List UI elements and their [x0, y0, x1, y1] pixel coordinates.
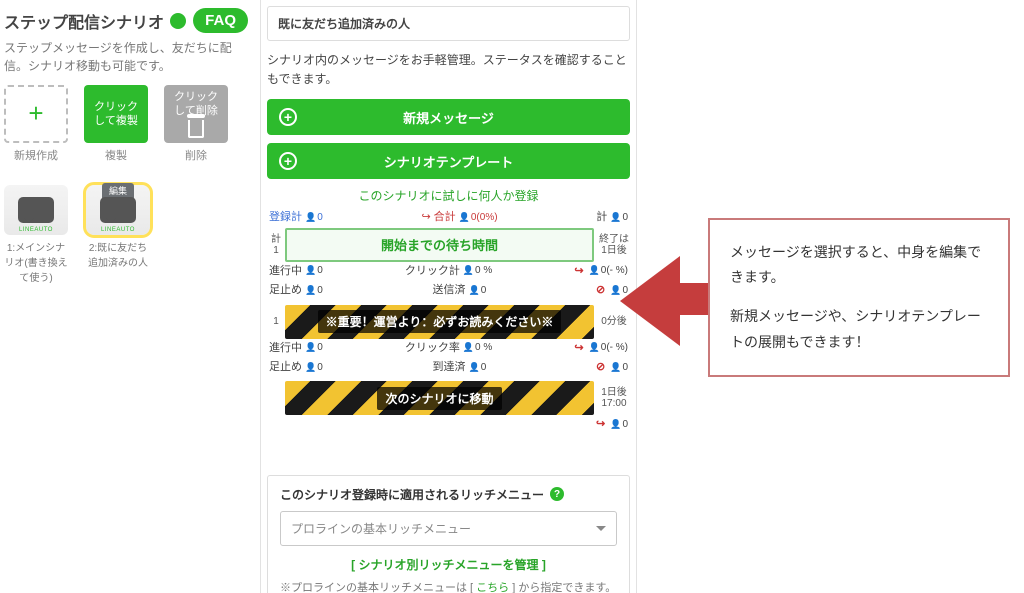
stat-clickrate: クリック計0 %	[405, 264, 492, 279]
scenario-thumb-2-label: 2:既に友だち追加済みの人	[86, 239, 150, 269]
scenario-thumb-1[interactable]: LINEAUTO 1:メインシナリオ(書き換えて使う)	[4, 185, 68, 284]
chat-icon	[100, 197, 136, 223]
rich-menu-manage-link[interactable]: [ シナリオ別リッチメニューを管理 ]	[280, 556, 617, 573]
chevron-down-icon	[596, 526, 606, 536]
scenario-thumb-2[interactable]: 編集中LINEAUTO 2:既に友だち追加済みの人	[86, 185, 150, 284]
stat-registered[interactable]: 登録計0	[269, 210, 323, 225]
message-block-3: 次のシナリオに移動 1日後 17:00 0	[267, 381, 630, 434]
sidebar-description: ステップメッセージを作成し、友だちに配信。シナリオ移動も可能です。	[4, 39, 248, 75]
delete-button[interactable]: クリック して削除 削除	[164, 85, 228, 163]
bar-lead-1: 計1	[267, 234, 285, 256]
bar-lead-2: 1	[267, 316, 285, 327]
sidebar-title: ステップ配信シナリオ	[4, 9, 164, 33]
plus-circle-icon: +	[279, 108, 297, 126]
scenario-title-card: 既に友だち追加済みの人	[267, 6, 630, 41]
new-label: 新規作成	[4, 147, 68, 163]
callout-box: メッセージを選択すると、中身を編集できます。 新規メッセージや、シナリオテンプレ…	[708, 218, 1010, 377]
stat-total: ↪ 合計0(0%)	[421, 210, 497, 225]
callout: メッセージを選択すると、中身を編集できます。 新規メッセージや、シナリオテンプレ…	[650, 218, 1010, 377]
delete-label: 削除	[164, 147, 228, 163]
scenario-template-button[interactable]: + シナリオテンプレート	[267, 143, 630, 179]
message-bar-important[interactable]: ※重要！運営より：必ずお読みください※	[285, 305, 594, 339]
delete-box: クリック して削除	[164, 85, 228, 143]
stat-progress: 進行中0	[269, 264, 323, 279]
callout-line-1: メッセージを選択すると、中身を編集できます。	[730, 240, 988, 290]
register-test-link[interactable]: このシナリオに試しに何人か登録	[267, 187, 630, 204]
plus-circle-icon: +	[279, 152, 297, 170]
rich-menu-note: ※プロラインの基本リッチメニューは [ こちら ] から指定できます。	[280, 579, 617, 593]
plus-icon: +	[4, 85, 68, 143]
stat-exit: 0	[596, 417, 628, 432]
scenario-title: 既に友だち追加済みの人	[268, 7, 629, 40]
rich-menu-select[interactable]: プロラインの基本リッチメニュー	[280, 511, 617, 546]
message-block-1: 登録計0 ↪ 合計0(0%) 計0 計1 開始までの待ち時間 終了は 1日後 進…	[267, 208, 630, 300]
duplicate-button[interactable]: クリック して複製 複製	[84, 85, 148, 163]
rich-menu-card: このシナリオ登録時に適用されるリッチメニュー ? プロラインの基本リッチメニュー…	[267, 475, 630, 593]
trash-icon	[188, 120, 204, 138]
scenario-thumb-1-label: 1:メインシナリオ(書き換えて使う)	[4, 239, 68, 284]
message-bar-next[interactable]: 次のシナリオに移動	[285, 381, 594, 415]
duplicate-box: クリック して複製	[84, 85, 148, 143]
chat-icon	[18, 197, 54, 223]
stat-reached: 到達済0	[433, 360, 487, 375]
new-message-button[interactable]: + 新規メッセージ	[267, 99, 630, 135]
stat-count: 計0	[596, 210, 628, 225]
message-block-2: 1 ※重要！運営より：必ずお読みください※ 0分後 進行中0 クリック率0 % …	[267, 305, 630, 378]
callout-line-2: 新規メッセージや、シナリオテンプレートの展開もできます！	[730, 304, 988, 354]
bar-trail-3: 1日後 17:00	[594, 387, 630, 409]
main-description: シナリオ内のメッセージをお手軽管理。ステータスを確認することもできます。	[267, 51, 630, 89]
message-bar-wait[interactable]: 開始までの待ち時間	[285, 228, 594, 262]
sidebar: ステップ配信シナリオ FAQ ステップメッセージを作成し、友だちに配信。シナリオ…	[0, 0, 258, 294]
faq-button[interactable]: FAQ	[193, 8, 248, 33]
help-icon[interactable]: ?	[550, 487, 564, 501]
stat-stopped: 足止め0	[269, 283, 323, 298]
rich-menu-heading: このシナリオ登録時に適用されるリッチメニュー	[280, 486, 544, 503]
duplicate-label: 複製	[84, 147, 148, 163]
stat-clickrate: クリック率0 %	[405, 341, 492, 356]
arrow-left-icon	[620, 256, 680, 346]
stat-stopped: 足止め0	[269, 360, 323, 375]
main-panel: 既に友だち追加済みの人 シナリオ内のメッセージをお手軽管理。ステータスを確認する…	[260, 0, 637, 593]
stat-progress: 進行中0	[269, 341, 323, 356]
new-scenario-button[interactable]: + 新規作成	[4, 85, 68, 163]
stat-sent: 送信済0	[433, 283, 487, 298]
stat-blocked: 0	[596, 360, 628, 375]
info-icon[interactable]	[170, 13, 186, 29]
bar-trail-1: 終了は 1日後	[594, 234, 630, 256]
rich-note-link[interactable]: こちら	[476, 582, 509, 593]
